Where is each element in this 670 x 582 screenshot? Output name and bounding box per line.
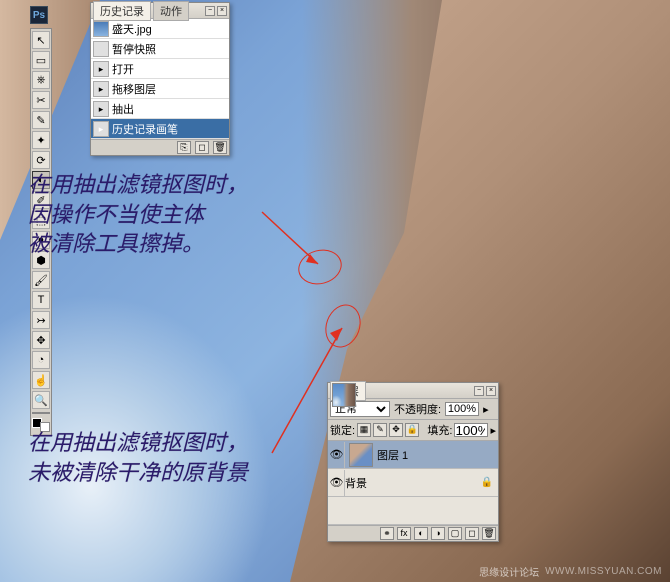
layer-name: 背景 (345, 475, 367, 491)
healing-tool[interactable]: ✦ (32, 131, 50, 149)
annotation-2: 在用抽出滤镜抠图时， 未被清除干净的原背景 (28, 428, 248, 487)
lock-transparency-icon[interactable]: ▦ (357, 423, 371, 437)
opacity-input[interactable] (445, 402, 479, 416)
history-panel-bar: 历史记录 动作 − × (91, 3, 229, 19)
history-snapshot-name: 暂停快照 (112, 41, 156, 57)
path-tool[interactable]: ↣ (32, 311, 50, 329)
panel-min-icon[interactable]: − (205, 6, 215, 16)
marquee-tool[interactable]: ▭ (32, 51, 50, 69)
group-icon[interactable]: ▢ (448, 527, 462, 540)
tab-history[interactable]: 历史记录 (93, 1, 151, 21)
history-item[interactable]: ▸ 拖移图层 (91, 79, 229, 99)
lock-label: 锁定: (330, 422, 355, 438)
history-source[interactable]: 盛天.jpg (91, 19, 229, 39)
visibility-eye-icon[interactable]: 👁 (329, 442, 345, 468)
annotation-1: 在用抽出滤镜抠图时， 因操作不当使主体 被清除工具擦掉。 (28, 170, 248, 259)
layer-thumbnail[interactable] (332, 383, 356, 407)
clone-tool[interactable]: ⟳ (32, 151, 50, 169)
shape-tool[interactable]: ✥ (32, 331, 50, 349)
panel-close-icon[interactable]: × (486, 386, 496, 396)
trash-icon[interactable]: 🗑 (213, 141, 227, 154)
history-item-selected[interactable]: ▸ 历史记录画笔 (91, 119, 229, 139)
watermark: 思缘设计论坛 WWW.MISSYUAN.COM (479, 564, 662, 579)
lock-image-icon[interactable]: ✎ (373, 423, 387, 437)
dropdown-arrow-icon[interactable]: ▸ (483, 403, 489, 416)
drag-icon: ▸ (93, 81, 109, 97)
layer-row[interactable]: 👁 背景 🔒 (328, 469, 498, 497)
history-panel: 历史记录 动作 − × 盛天.jpg 暂停快照 ▸ 打开 ▸ 拖移图层 ▸ 抽出… (90, 2, 230, 156)
history-brush-icon: ▸ (93, 121, 109, 137)
opacity-label: 不透明度: (394, 401, 441, 417)
hand-tool[interactable]: ☝ (32, 371, 50, 389)
layer-row-selected[interactable]: 👁 图层 1 (328, 441, 498, 469)
tool-separator (32, 412, 50, 414)
new-snapshot-icon[interactable]: ◻ (195, 141, 209, 154)
layer-thumbnail[interactable] (349, 443, 373, 467)
layer-mask-icon[interactable]: ◐ (414, 527, 428, 540)
history-snapshot[interactable]: 暂停快照 (91, 39, 229, 59)
history-item[interactable]: ▸ 抽出 (91, 99, 229, 119)
panel-min-icon[interactable]: − (474, 386, 484, 396)
crop-tool[interactable]: ✂ (32, 91, 50, 109)
zoom-tool[interactable]: 🔍 (32, 391, 50, 409)
ps-logo: Ps (30, 6, 48, 24)
slice-tool[interactable]: ✎ (32, 111, 50, 129)
notes-tool[interactable]: ◔ (32, 351, 50, 369)
lasso-tool[interactable]: ⎈ (32, 71, 50, 89)
layers-panel: 图层 − × 正常 不透明度: ▸ 锁定: ▦ ✎ ✥ 🔒 填充: ▸ 👁 图层… (327, 382, 499, 542)
snapshot-icon (93, 41, 109, 57)
new-doc-icon[interactable]: ⎘ (177, 141, 191, 154)
history-footer: ⎘ ◻ 🗑 (91, 139, 229, 155)
adjustment-layer-icon[interactable]: ◑ (431, 527, 445, 540)
extract-icon: ▸ (93, 101, 109, 117)
panel-close-icon[interactable]: × (217, 6, 227, 16)
new-layer-icon[interactable]: ◻ (465, 527, 479, 540)
history-source-name: 盛天.jpg (112, 21, 152, 37)
dropdown-arrow-icon[interactable]: ▸ (490, 424, 496, 437)
layer-style-icon[interactable]: fx (397, 527, 411, 540)
move-tool[interactable]: ↖ (32, 31, 50, 49)
pen-tool[interactable]: 🖌 (32, 271, 50, 289)
layers-footer: ⚭ fx ◐ ◑ ▢ ◻ 🗑 (328, 525, 498, 541)
document-icon (93, 21, 109, 37)
trash-icon[interactable]: 🗑 (482, 527, 496, 540)
lock-position-icon[interactable]: ✥ (389, 423, 403, 437)
lock-icon: 🔒 (481, 477, 493, 488)
layer-name: 图层 1 (377, 447, 408, 463)
fill-label: 填充: (427, 422, 452, 438)
visibility-eye-icon[interactable]: 👁 (329, 470, 345, 496)
link-layers-icon[interactable]: ⚭ (380, 527, 394, 540)
lock-all-icon[interactable]: 🔒 (405, 423, 419, 437)
history-item[interactable]: ▸ 打开 (91, 59, 229, 79)
open-icon: ▸ (93, 61, 109, 77)
type-tool[interactable]: T (32, 291, 50, 309)
empty-layer-slot (328, 497, 498, 525)
tab-actions[interactable]: 动作 (153, 1, 189, 21)
fill-input[interactable] (454, 423, 488, 437)
